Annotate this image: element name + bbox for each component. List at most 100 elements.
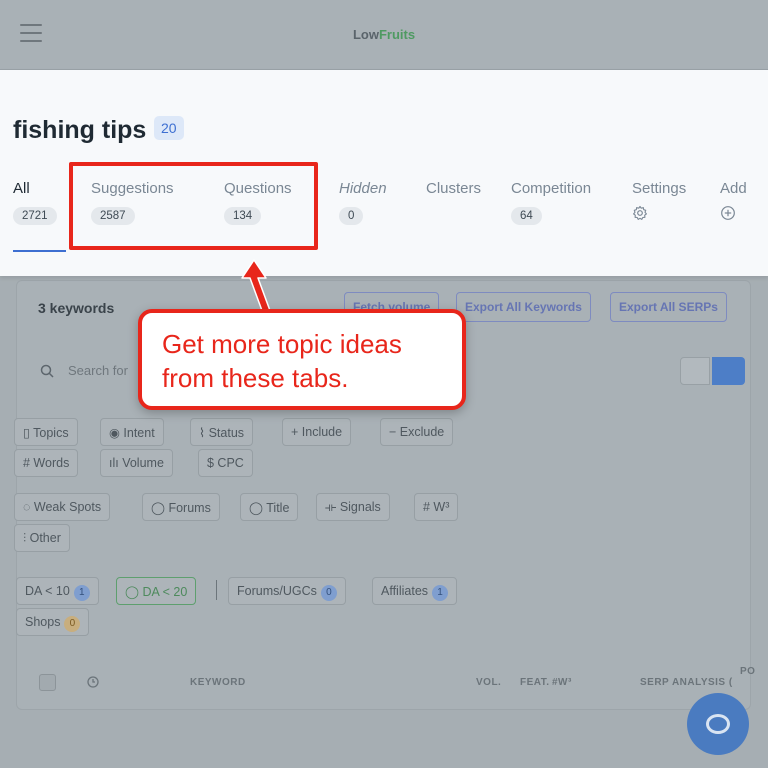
column-features[interactable]: FEAT.: [520, 677, 550, 688]
search-icon: [40, 364, 54, 378]
filter-include[interactable]: + Include: [282, 418, 352, 446]
column-position[interactable]: PO: [740, 666, 755, 677]
export-keywords-button[interactable]: Export All Keywords: [456, 292, 591, 322]
top-bar: LowFruits: [0, 0, 768, 70]
filter-label: DA < 10: [25, 584, 70, 598]
callout-box: Get more topic ideas from these tabs.: [138, 309, 466, 410]
pulse-icon: ⌇: [199, 426, 209, 440]
apple-icon: ◌: [23, 500, 34, 514]
filter-da10[interactable]: DA < 10 1: [16, 577, 99, 605]
filter-w3[interactable]: # W³: [414, 493, 459, 521]
filter-status[interactable]: ⌇ Status: [190, 418, 254, 446]
filter-label: $ CPC: [207, 456, 244, 470]
filter-label: Intent: [123, 426, 155, 440]
select-all-checkbox[interactable]: [39, 674, 56, 691]
view-toggle[interactable]: [680, 357, 745, 385]
filter-label: Signals: [339, 500, 381, 514]
search-placeholder: Search for: [68, 363, 128, 378]
title-count-badge: 20: [154, 116, 184, 140]
callout-text-line1: Get more topic ideas: [162, 329, 402, 359]
filter-label: Forums/UGCs: [237, 584, 317, 598]
column-keyword[interactable]: KEYWORD: [190, 677, 246, 688]
filter-count-badge: 0: [64, 616, 81, 632]
tab-hidden[interactable]: Hidden 0: [339, 180, 387, 225]
tab-settings[interactable]: Settings: [632, 180, 686, 226]
tab-all[interactable]: All 2721: [13, 180, 57, 225]
filter-title[interactable]: ◯ Title: [240, 493, 299, 521]
filter-label: Weak Spots: [33, 500, 102, 514]
tab-label: All: [13, 180, 30, 197]
brand-logo: LowFruits: [0, 27, 768, 42]
filter-topics[interactable]: ▯ Topics: [14, 418, 78, 446]
filter-separator: [216, 580, 217, 600]
bar-chart-icon: ılı: [109, 456, 123, 470]
filter-cpc[interactable]: $ CPC: [198, 449, 253, 477]
filter-label: # W³: [423, 500, 450, 514]
brand-fruits: Fruits: [378, 27, 416, 42]
export-serps-button[interactable]: Export All SERPs: [610, 292, 727, 322]
filter-forums-ugcs[interactable]: Forums/UGCs 0: [228, 577, 346, 605]
filter-weak-spots[interactable]: ◌ Weak Spots: [14, 493, 111, 521]
chat-icon: [706, 714, 730, 734]
filter-label: Shops: [25, 615, 61, 629]
chat-icon: ◯: [151, 501, 169, 515]
filter-label: DA < 20: [142, 585, 188, 599]
target-icon: ◉: [109, 426, 124, 440]
filter-count-badge: 0: [320, 585, 337, 601]
tab-add[interactable]: Add: [720, 180, 747, 226]
filter-label: Volume: [122, 456, 164, 470]
tab-label: Competition: [511, 180, 592, 197]
tab-label: Clusters: [426, 180, 482, 197]
tab-count: 2721: [13, 207, 57, 225]
view-list-button[interactable]: [680, 357, 710, 385]
circle-icon: ◯: [249, 501, 267, 515]
filter-label: # Words: [23, 456, 70, 470]
tab-label: Hidden: [339, 180, 387, 197]
filter-label: Affiliates: [381, 584, 429, 598]
filter-label: Forums: [168, 501, 211, 515]
filter-exclude[interactable]: − Exclude: [380, 418, 454, 446]
keywords-count: 3 keywords: [38, 300, 115, 316]
filter-da20[interactable]: ◯ DA < 20: [116, 577, 197, 605]
filter-forums[interactable]: ◯ Forums: [142, 493, 220, 521]
tab-label: Settings: [632, 180, 687, 197]
column-serp-analysis[interactable]: SERP ANALYSIS (: [640, 677, 733, 688]
clock-icon: [87, 676, 99, 688]
check-circle-icon: ◯: [125, 585, 143, 599]
filter-shops[interactable]: Shops 0: [16, 608, 90, 636]
filter-signals[interactable]: ⟛ Signals: [316, 493, 390, 521]
filter-count-badge: 1: [432, 585, 449, 601]
chat-support-button[interactable]: [687, 693, 749, 755]
filter-other[interactable]: ⫶ Other: [14, 524, 70, 552]
filter-words[interactable]: # Words: [14, 449, 79, 477]
signal-icon: ⟛: [325, 500, 340, 514]
filter-label: Status: [208, 426, 245, 440]
column-volume[interactable]: VOL.: [476, 677, 501, 688]
callout-text-line2: from these tabs.: [162, 363, 349, 393]
plus-circle-icon: [721, 206, 735, 220]
tab-count: 64: [511, 207, 542, 225]
gear-icon: [633, 205, 647, 220]
filter-affiliates[interactable]: Affiliates 1: [372, 577, 458, 605]
callout-arrow: [241, 259, 273, 316]
tab-competition[interactable]: Competition 64: [511, 180, 591, 225]
sliders-icon: ⫶: [23, 531, 30, 545]
filter-label: Topics: [33, 426, 69, 440]
active-tab-indicator: [13, 250, 66, 252]
filter-intent[interactable]: ◉ Intent: [100, 418, 164, 446]
filter-label: Title: [266, 501, 290, 515]
tab-clusters[interactable]: Clusters: [426, 180, 481, 197]
highlight-box: [69, 162, 318, 250]
filter-label: + Include: [291, 425, 343, 439]
filter-volume[interactable]: ılı Volume: [100, 449, 173, 477]
filter-label: Other: [29, 531, 61, 545]
page-title: fishing tips: [13, 116, 147, 144]
tab-label: Add: [720, 180, 747, 197]
filter-count-badge: 1: [73, 585, 90, 601]
filter-label: − Exclude: [389, 425, 445, 439]
column-w3[interactable]: #W³: [552, 677, 572, 688]
tab-count: 0: [339, 207, 364, 225]
view-grid-button[interactable]: [712, 357, 745, 385]
brand-low: Low: [352, 27, 379, 42]
map-icon: ▯: [23, 426, 34, 440]
